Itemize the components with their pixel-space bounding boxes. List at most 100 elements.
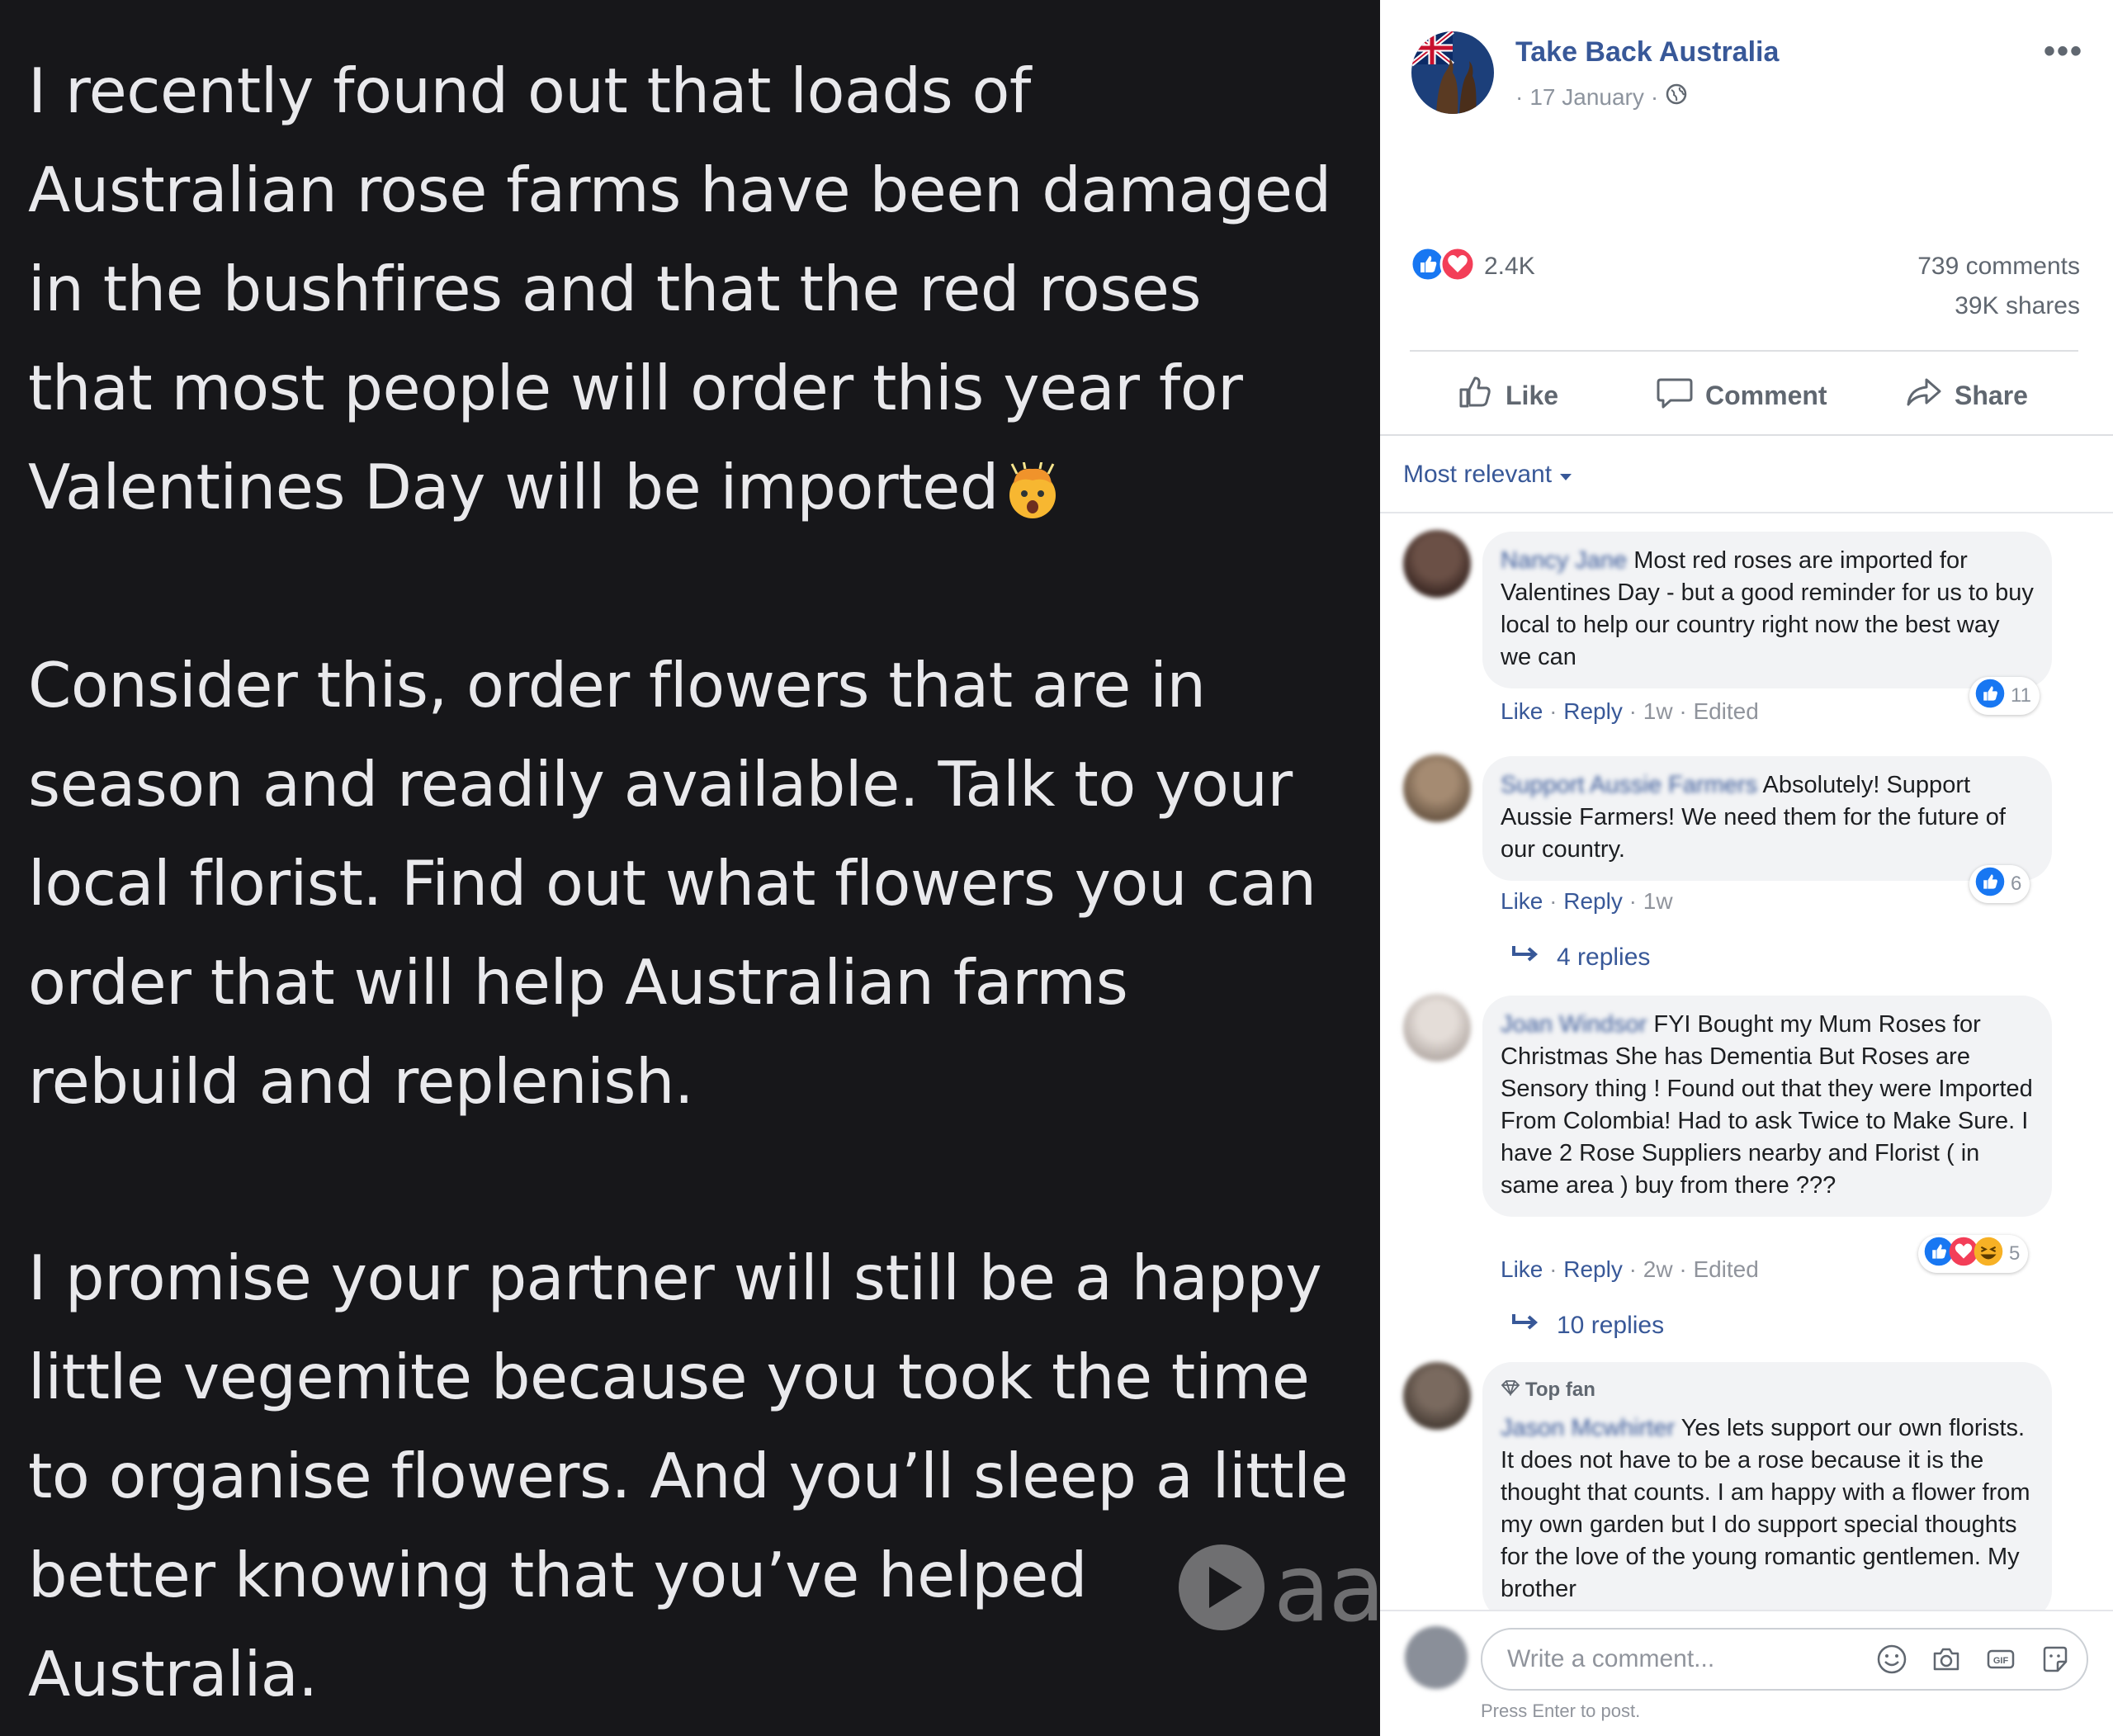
image-text-line: I promise your partner will still be a h… xyxy=(28,1242,1322,1314)
sort-label: Most relevant xyxy=(1403,461,1553,488)
post-date[interactable]: 17 January xyxy=(1529,84,1644,111)
view-replies-link[interactable]: 10 replies xyxy=(1510,1311,1664,1341)
watermark-logo-icon xyxy=(1176,1542,1267,1637)
press-enter-hint: Press Enter to post. xyxy=(1481,1701,1641,1721)
comment-reply-link[interactable]: Reply xyxy=(1563,1256,1623,1282)
comment-composer[interactable]: GIF xyxy=(1481,1628,2088,1691)
comment-reply-link[interactable]: Reply xyxy=(1563,888,1623,914)
comment-button[interactable]: Comment xyxy=(1656,373,1827,418)
replies-count: 10 replies xyxy=(1557,1312,1665,1339)
reaction-count[interactable]: 2.4K xyxy=(1484,253,1535,281)
comment-actions: Like · Reply · 2w · Edited xyxy=(1501,1256,1759,1282)
sticker-icon[interactable] xyxy=(2039,1643,2072,1676)
more-options-button[interactable]: ••• xyxy=(2044,33,2083,70)
image-text-line: order that will help Australian farms xyxy=(28,946,1128,1019)
comment-bubble: Joan Windsor FYI Bought my Mum Roses for… xyxy=(1482,996,2052,1217)
comment-edited[interactable]: Edited xyxy=(1693,1256,1758,1282)
image-text-line: Australian rose farms have been damaged xyxy=(28,154,1331,226)
view-replies-link[interactable]: 4 replies xyxy=(1510,943,1650,972)
comment-reply-link[interactable]: Reply xyxy=(1563,698,1623,724)
comment-author[interactable]: Joan Windsor xyxy=(1501,1011,1647,1038)
image-text-line: season and readily available. Talk to yo… xyxy=(28,748,1293,821)
haha-reaction-icon xyxy=(1973,1236,2004,1273)
watermark-text: aa xyxy=(1274,1535,1380,1643)
like-reaction-icon xyxy=(1974,866,2006,903)
image-text-line: Australia. xyxy=(28,1638,318,1710)
comment-edited[interactable]: Edited xyxy=(1693,698,1758,724)
page-avatar[interactable] xyxy=(1411,31,1494,114)
comment-bubble: Top fan Jason Mcwhirter Yes lets support… xyxy=(1482,1362,2052,1610)
comment-time[interactable]: 2w xyxy=(1643,1256,1673,1282)
image-text-line: better knowing that you’ve helped xyxy=(28,1539,1087,1611)
exploding-head-emoji-icon xyxy=(1004,449,1061,548)
commenter-avatar[interactable] xyxy=(1403,1362,1471,1430)
comment-time[interactable]: 1w xyxy=(1643,888,1673,914)
share-button-label: Share xyxy=(1955,380,2028,410)
post-sidebar: Take Back Australia · 17 January · ••• 2… xyxy=(1380,0,2113,1736)
comment-text: FYI Bought my Mum Roses for Christmas Sh… xyxy=(1501,1011,2033,1199)
watermark: aa xyxy=(1176,1535,1380,1643)
comment-like-link[interactable]: Like xyxy=(1501,888,1543,914)
post-image[interactable]: I recently found out that loads of Austr… xyxy=(0,0,1380,1736)
comment-bubble-icon xyxy=(1656,373,1694,418)
shares-count-link[interactable]: 39K shares xyxy=(1955,292,2080,320)
meta-separator: · xyxy=(1515,83,1524,110)
image-text-line-with-emoji: Valentines Day will be imported xyxy=(28,438,1373,548)
meta-separator: · xyxy=(1650,83,1659,110)
reaction-summary[interactable]: 2.4K xyxy=(1410,246,1535,286)
image-text-line: that most people will order this year fo… xyxy=(28,352,1243,424)
comment-reaction-count: 5 xyxy=(2009,1242,2021,1265)
comment-text: Yes lets support our own florists. It do… xyxy=(1501,1415,2030,1602)
comment-reactions[interactable]: 5 xyxy=(1918,1235,2029,1273)
image-text-line: local florist. Find out what flowers you… xyxy=(28,847,1316,920)
comment-author[interactable]: Jason Mcwhirter xyxy=(1501,1415,1675,1441)
image-text-line: little vegemite because you took the tim… xyxy=(28,1341,1310,1413)
comment-reactions[interactable]: 11 xyxy=(1969,677,2040,715)
comment-author[interactable]: Nancy Jane xyxy=(1501,547,1627,574)
comment-reactions[interactable]: 6 xyxy=(1969,865,2030,903)
write-comment-input[interactable] xyxy=(1506,1644,1854,1674)
emoji-icon[interactable] xyxy=(1875,1643,1908,1676)
image-text-line: Consider this, order flowers that are in xyxy=(28,649,1206,721)
comment-reaction-count: 11 xyxy=(2011,684,2031,707)
thumbs-up-icon xyxy=(1456,373,1494,418)
camera-icon[interactable] xyxy=(1930,1643,1963,1676)
share-arrow-icon xyxy=(1905,373,1943,418)
comment-time[interactable]: 1w xyxy=(1643,698,1673,724)
reply-arrow-icon xyxy=(1510,1311,1540,1341)
divider xyxy=(1380,1610,2113,1611)
divider xyxy=(1380,434,2113,436)
top-fan-badge: Top fan xyxy=(1501,1374,2034,1406)
post-meta: · 17 January · xyxy=(1515,83,1688,111)
commenter-avatar[interactable] xyxy=(1403,994,1471,1062)
caret-down-icon xyxy=(1558,461,1573,489)
page-name-link[interactable]: Take Back Australia xyxy=(1515,36,1779,69)
comment-reaction-count: 6 xyxy=(2011,873,2022,895)
comment-like-link[interactable]: Like xyxy=(1501,698,1543,724)
comment-like-link[interactable]: Like xyxy=(1501,1256,1543,1282)
like-button[interactable]: Like xyxy=(1456,373,1558,418)
globe-icon xyxy=(1665,83,1688,111)
divider xyxy=(1410,350,2078,352)
comments-count-link[interactable]: 739 comments xyxy=(1917,253,2080,281)
commenter-avatar[interactable] xyxy=(1403,530,1471,598)
share-button[interactable]: Share xyxy=(1905,373,2028,418)
like-button-label: Like xyxy=(1506,380,1559,410)
reply-arrow-icon xyxy=(1510,943,1540,972)
replies-count: 4 replies xyxy=(1557,944,1651,971)
comment-author[interactable]: Support Aussie Farmers xyxy=(1501,772,1757,798)
top-fan-label: Top fan xyxy=(1525,1379,1595,1401)
image-text-line: rebuild and replenish. xyxy=(28,1045,694,1118)
commenter-avatar[interactable] xyxy=(1403,754,1471,822)
image-paragraph-3: I promise your partner will still be a h… xyxy=(28,1228,1373,1724)
diamond-icon xyxy=(1501,1374,1520,1406)
comment-bubble: Nancy Jane Most red roses are imported f… xyxy=(1482,532,2052,688)
comment-sort-dropdown[interactable]: Most relevant xyxy=(1403,461,1573,489)
love-reaction-icon xyxy=(1439,246,1476,286)
gif-icon[interactable]: GIF xyxy=(1984,1643,2017,1676)
viewer-avatar[interactable] xyxy=(1405,1626,1468,1689)
image-text-line: Valentines Day will be imported xyxy=(28,451,999,523)
comment-actions: Like · Reply · 1w xyxy=(1501,888,1673,914)
comments-list[interactable]: Nancy Jane Most red roses are imported f… xyxy=(1380,515,2113,1610)
image-text-line: in the bushfires and that the red roses xyxy=(28,253,1202,325)
